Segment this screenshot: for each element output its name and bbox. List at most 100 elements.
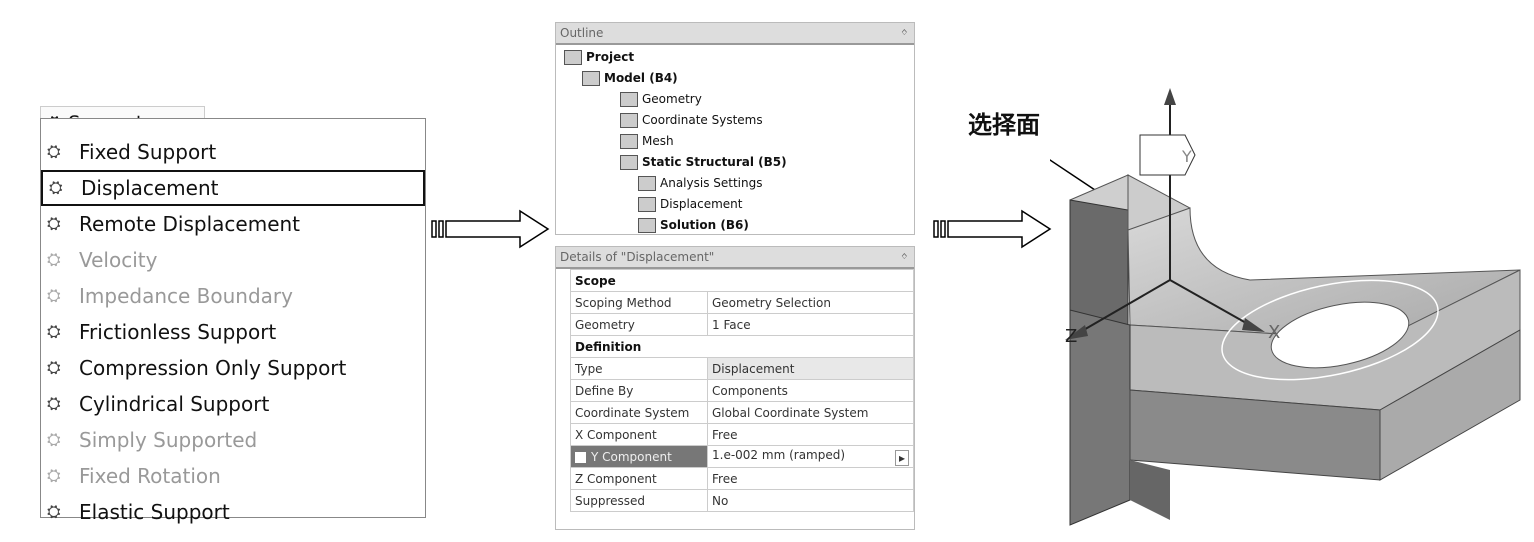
menu-item-label: Displacement (81, 176, 219, 200)
pin-icon[interactable]: ᛜ (901, 23, 908, 43)
tree-item[interactable]: Mesh (556, 131, 914, 152)
tree-node-icon (582, 71, 600, 86)
details-table: Scope Scoping Method Geometry Selection Geo… (570, 269, 914, 512)
menu-item-label: Remote Displacement (79, 212, 301, 236)
menu-item-velocity[interactable]: ⛭ Velocity (41, 242, 425, 278)
property-value[interactable]: 1 Face (707, 313, 914, 336)
tree-node-icon (620, 134, 638, 149)
property-name: Y Component (570, 445, 708, 468)
menu-item-remote-displacement[interactable]: ⛭ Remote Displacement (41, 206, 425, 242)
outline-panel: Outline ᛜ Project Model (B4) Geometry Coordi… (555, 22, 915, 235)
tree-item[interactable]: Coordinate Systems (556, 110, 914, 131)
menu-item-compression-only-support[interactable]: ⛭ Compression Only Support (41, 350, 425, 386)
outline-title: Outline (560, 26, 604, 40)
tree-item[interactable]: Solution (B6) (556, 215, 914, 236)
property-name: X Component (570, 423, 708, 446)
property-name: Define By (570, 379, 708, 402)
details-row[interactable]: Z Component Free (570, 467, 914, 490)
tree-item[interactable]: Analysis Settings (556, 173, 914, 194)
tree-item[interactable]: Displacement (556, 194, 914, 215)
menu-item-elastic-support[interactable]: ⛭ Elastic Support (41, 494, 425, 530)
supports-menu: ⛭ Fixed Support ⛭ Displacement ⛭ Remote Displ… (40, 118, 426, 524)
tree-node-icon (638, 197, 656, 212)
property-name: Scoping Method (570, 291, 708, 314)
details-panel: Details of "Displacement" ᛜ Scope Scoping … (555, 246, 915, 530)
support-icon: ⛭ (47, 286, 61, 306)
tree-item-label: Model (B4) (604, 71, 678, 85)
arrow-right-icon (431, 209, 550, 249)
y-axis-label: Y (1181, 147, 1192, 166)
menu-item-frictionless-support[interactable]: ⛭ Frictionless Support (41, 314, 425, 350)
details-title: Details of "Displacement" (560, 250, 715, 264)
group-label: Scope (570, 269, 914, 292)
support-icon: ⛭ (47, 466, 61, 486)
property-value[interactable]: Displacement (707, 357, 914, 380)
tree-node-icon (620, 92, 638, 107)
menu-item-label: Impedance Boundary (79, 284, 293, 308)
menu-item-displacement[interactable]: ⛭ Displacement (41, 170, 425, 206)
checkbox[interactable] (575, 451, 586, 463)
property-name: Geometry (570, 313, 708, 336)
support-icon: ⛭ (47, 430, 61, 450)
details-group[interactable]: Definition (570, 335, 914, 358)
tree-item-label: Displacement (660, 197, 743, 211)
details-group[interactable]: Scope (570, 269, 914, 292)
menu-item-cylindrical-support[interactable]: ⛭ Cylindrical Support (41, 386, 425, 422)
tree-item[interactable]: Project (556, 47, 914, 68)
support-icon: ⛭ (47, 394, 61, 414)
x-axis-label: X (1268, 322, 1280, 343)
tree-item-label: Analysis Settings (660, 176, 763, 190)
details-row[interactable]: Y Component 1.e-002 mm (ramped) ▸ (570, 445, 914, 468)
support-icon: ⛭ (47, 214, 61, 234)
menu-item-fixed-support[interactable]: ⛭ Fixed Support (41, 134, 425, 170)
menu-item-label: Compression Only Support (79, 356, 347, 380)
menu-item-fixed-rotation[interactable]: ⛭ Fixed Rotation (41, 458, 425, 494)
tree-item[interactable]: Model (B4) (556, 68, 914, 89)
property-value[interactable]: Geometry Selection (707, 291, 914, 314)
property-value[interactable]: Global Coordinate System (707, 401, 914, 424)
menu-item-impedance-boundary[interactable]: ⛭ Impedance Boundary (41, 278, 425, 314)
tree-node-icon (638, 218, 656, 233)
tree-node-icon (638, 176, 656, 191)
details-row[interactable]: Suppressed No (570, 489, 914, 512)
details-row[interactable]: Define By Components (570, 379, 914, 402)
details-row[interactable]: X Component Free (570, 423, 914, 446)
details-row[interactable]: Coordinate System Global Coordinate Syste… (570, 401, 914, 424)
property-value[interactable]: Free (707, 423, 914, 446)
menu-item-label: Cylindrical Support (79, 392, 270, 416)
tree-item-label: Solution (B6) (660, 218, 749, 232)
property-value[interactable]: Free (707, 467, 914, 490)
property-name: Suppressed (570, 489, 708, 512)
menu-item-simply-supported[interactable]: ⛭ Simply Supported (41, 422, 425, 458)
tree-node-icon (564, 50, 582, 65)
property-value[interactable]: Components (707, 379, 914, 402)
support-icon: ⛭ (47, 250, 61, 270)
support-icon: ⛭ (47, 142, 61, 162)
property-value[interactable]: 1.e-002 mm (ramped) ▸ (707, 445, 914, 468)
menu-item-label: Velocity (79, 248, 158, 272)
details-row[interactable]: Type Displacement (570, 357, 914, 380)
details-row[interactable]: Scoping Method Geometry Selection (570, 291, 914, 314)
menu-item-label: Elastic Support (79, 500, 230, 524)
tree-item-label: Mesh (642, 134, 674, 148)
property-value[interactable]: No (707, 489, 914, 512)
tree-item-label: Geometry (642, 92, 702, 106)
property-name: Z Component (570, 467, 708, 490)
menu-item-label: Fixed Support (79, 140, 217, 164)
group-label: Definition (570, 335, 914, 358)
tree-node-icon (620, 113, 638, 128)
tree-item-label: Coordinate Systems (642, 113, 763, 127)
tree-item[interactable]: Static Structural (B5) (556, 152, 914, 173)
pin-icon[interactable]: ᛜ (901, 247, 908, 267)
property-name: Coordinate System (570, 401, 708, 424)
part-3d-view[interactable]: Y X Z (1050, 80, 1530, 540)
menu-item-label: Simply Supported (79, 428, 258, 452)
flyout-arrow-icon[interactable]: ▸ (894, 449, 909, 466)
tree-node-icon (620, 155, 638, 170)
menu-item-label: Fixed Rotation (79, 464, 221, 488)
property-name: Type (570, 357, 708, 380)
z-axis-label: Z (1065, 326, 1077, 347)
details-row[interactable]: Geometry 1 Face (570, 313, 914, 336)
tree-item[interactable]: Geometry (556, 89, 914, 110)
support-icon: ⛭ (47, 322, 61, 342)
